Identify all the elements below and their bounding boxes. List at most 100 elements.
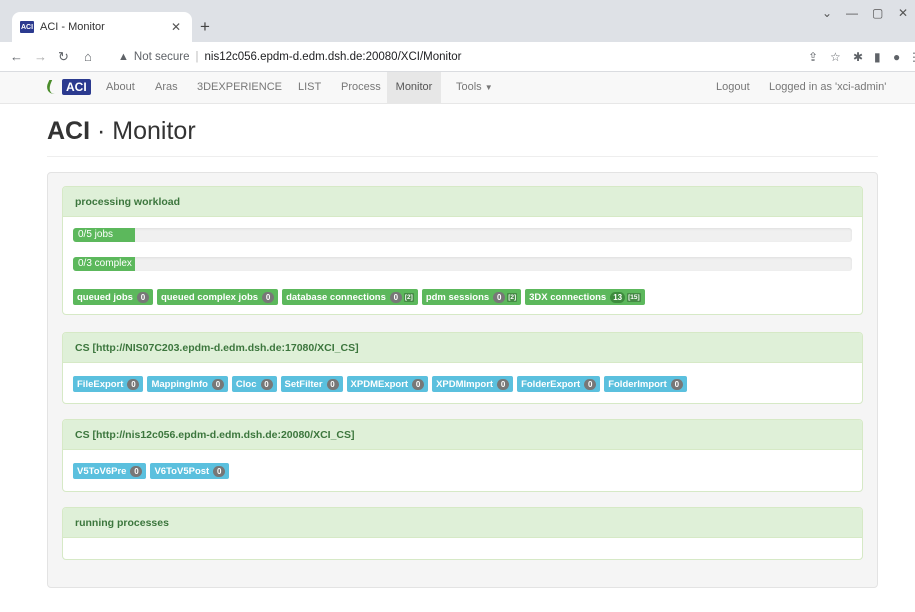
label-text: FolderImport [608, 378, 667, 390]
nav-list[interactable]: LIST [291, 72, 328, 103]
label-text: pdm sessions [425, 291, 490, 303]
label-v5tov6pre: V5ToV6Pre 0 [73, 463, 147, 479]
count-badge: 0 [493, 291, 506, 303]
security-status[interactable]: Not secure [134, 51, 190, 63]
page-title: ACI · Monitor [47, 117, 196, 146]
cs2-labels: V5ToV6Pre 0 V6ToV5Post 0 [73, 463, 233, 479]
label-mappinginfo: MappingInfo 0 [147, 376, 228, 392]
label-text: V5ToV6Pre [77, 465, 127, 477]
label-xpdmimport: XPDMImport 0 [432, 376, 514, 392]
jobs-progress: 0/5 jobs [73, 228, 852, 242]
back-icon[interactable]: ← [10, 49, 23, 65]
count-badge: 0 [262, 291, 275, 303]
maximize-icon[interactable]: ▢ [872, 6, 883, 20]
label-queued-complex-jobs: queued complex jobs 0 [156, 289, 279, 305]
count-badge: 13 [610, 291, 626, 303]
logged-in-user: Logged in as 'xci-admin' [769, 81, 887, 93]
count-badge: 0 [136, 291, 149, 303]
window-close-icon[interactable]: ✕ [898, 6, 908, 20]
workload-labels: queued jobs 0 queued complex jobs 0 databa… [73, 289, 649, 305]
running-heading: running processes [63, 508, 862, 538]
label-folderimport: FolderImport 0 [604, 376, 687, 392]
label-cloc: Cloc 0 [231, 376, 277, 392]
bookmark-star-icon[interactable]: ☆ [830, 50, 841, 64]
nav-tools[interactable]: Tools ▼ [449, 72, 500, 103]
label-text: XPDMExport [350, 378, 409, 390]
label-setfilter: SetFilter 0 [280, 376, 343, 392]
cs1-heading: CS [http://NIS07C203.epdm-d.edm.dsh.de:1… [63, 333, 862, 363]
caret-down-icon: ▼ [484, 83, 493, 92]
label-text: V6ToV5Post [154, 465, 210, 477]
profile-icon[interactable]: ● [893, 50, 900, 64]
label-text: SetFilter [284, 378, 323, 390]
limit-text: [2] [507, 292, 518, 302]
label-pdm-sessions: pdm sessions 0 [2] [421, 289, 522, 305]
label-folderexport: FolderExport 0 [517, 376, 601, 392]
limit-text: [2] [403, 292, 414, 302]
count-badge: 0 [127, 378, 140, 390]
aci-logo[interactable]: ACI [42, 79, 91, 95]
chevron-down-icon[interactable]: ⌄ [822, 6, 832, 20]
logout-link[interactable]: Logout [709, 72, 757, 103]
label-text: database connections [286, 291, 386, 303]
sidepanel-icon[interactable]: ▮ [874, 50, 881, 64]
label-xpdmexport: XPDMExport 0 [346, 376, 429, 392]
browser-tab[interactable]: ACI ACI - Monitor ✕ [12, 12, 192, 42]
app-navbar: ACI About Aras 3DEXPERIENCE LIST Process… [0, 72, 915, 104]
count-badge: 0 [389, 291, 402, 303]
count-badge: 0 [260, 378, 273, 390]
tab-close-icon[interactable]: ✕ [168, 20, 184, 34]
label-3dx-connections: 3DX connections 13 [15] [525, 289, 645, 305]
nav-tools-label: Tools [456, 81, 482, 93]
complex-progress: 0/3 complex [73, 257, 852, 271]
nav-about[interactable]: About [99, 72, 142, 103]
nav-process[interactable]: Process [334, 72, 388, 103]
label-text: queued complex jobs [160, 291, 259, 303]
count-badge: 0 [211, 378, 224, 390]
menu-kebab-icon[interactable]: ⋮ [908, 50, 915, 64]
browser-tabstrip: ACI ACI - Monitor ✕ + ⌄ — ▢ ✕ [0, 0, 915, 42]
count-badge: 0 [326, 378, 339, 390]
label-fileexport: FileExport 0 [73, 376, 144, 392]
nav-monitor[interactable]: Monitor [387, 72, 441, 103]
new-tab-icon[interactable]: + [200, 18, 210, 35]
logo-swoosh-icon [42, 80, 64, 94]
running-panel: running processes [62, 507, 863, 560]
label-text: FolderExport [521, 378, 581, 390]
label-text: Cloc [235, 378, 257, 390]
count-badge: 0 [584, 378, 597, 390]
count-badge: 0 [497, 378, 510, 390]
page-title-bold: ACI [47, 117, 91, 145]
page-title-separator: · [90, 117, 113, 145]
tab-title: ACI - Monitor [40, 21, 105, 33]
count-badge: 0 [670, 378, 683, 390]
count-badge: 0 [213, 465, 226, 477]
jobs-progress-bar: 0/5 jobs [73, 228, 136, 242]
page-title-rest: Monitor [112, 117, 196, 145]
forward-icon[interactable]: → [34, 49, 47, 65]
limit-text: [15] [627, 292, 641, 302]
url-text[interactable]: nis12c056.epdm-d.edm.dsh.de:20080/XCI/Mo… [205, 51, 462, 63]
cs2-heading: CS [http://nis12c056.epdm-d.edm.dsh.de:2… [63, 420, 862, 450]
cs1-labels: FileExport 0 MappingInfo 0 Cloc 0 SetFilter… [73, 376, 691, 392]
nav-3dexperience[interactable]: 3DEXPERIENCE [190, 72, 289, 103]
label-text: XPDMImport [436, 378, 494, 390]
label-v6tov5post: V6ToV5Post 0 [150, 463, 230, 479]
reload-icon[interactable]: ↻ [58, 49, 69, 65]
workload-heading: processing workload [63, 187, 862, 217]
warning-icon[interactable]: ▲ [118, 51, 129, 63]
label-queued-jobs: queued jobs 0 [73, 289, 153, 305]
nav-aras[interactable]: Aras [148, 72, 185, 103]
address-bar[interactable]: ▲ Not secure | nis12c056.epdm-d.edm.dsh.… [112, 46, 792, 68]
share-icon[interactable]: ⇪ [808, 50, 818, 64]
address-row: ← → ↻ ⌂ ▲ Not secure | nis12c056.epdm-d.… [0, 42, 915, 72]
address-separator: | [195, 51, 199, 63]
workload-panel: processing workload 0/5 jobs 0/3 complex… [62, 186, 863, 315]
logo-text: ACI [62, 79, 91, 95]
minimize-icon[interactable]: — [846, 6, 858, 20]
complex-progress-bar: 0/3 complex [73, 257, 136, 271]
home-icon[interactable]: ⌂ [84, 49, 92, 65]
cs2-panel: CS [http://nis12c056.epdm-d.edm.dsh.de:2… [62, 419, 863, 492]
extensions-icon[interactable]: ✱ [853, 50, 863, 64]
favicon-icon: ACI [20, 21, 34, 33]
